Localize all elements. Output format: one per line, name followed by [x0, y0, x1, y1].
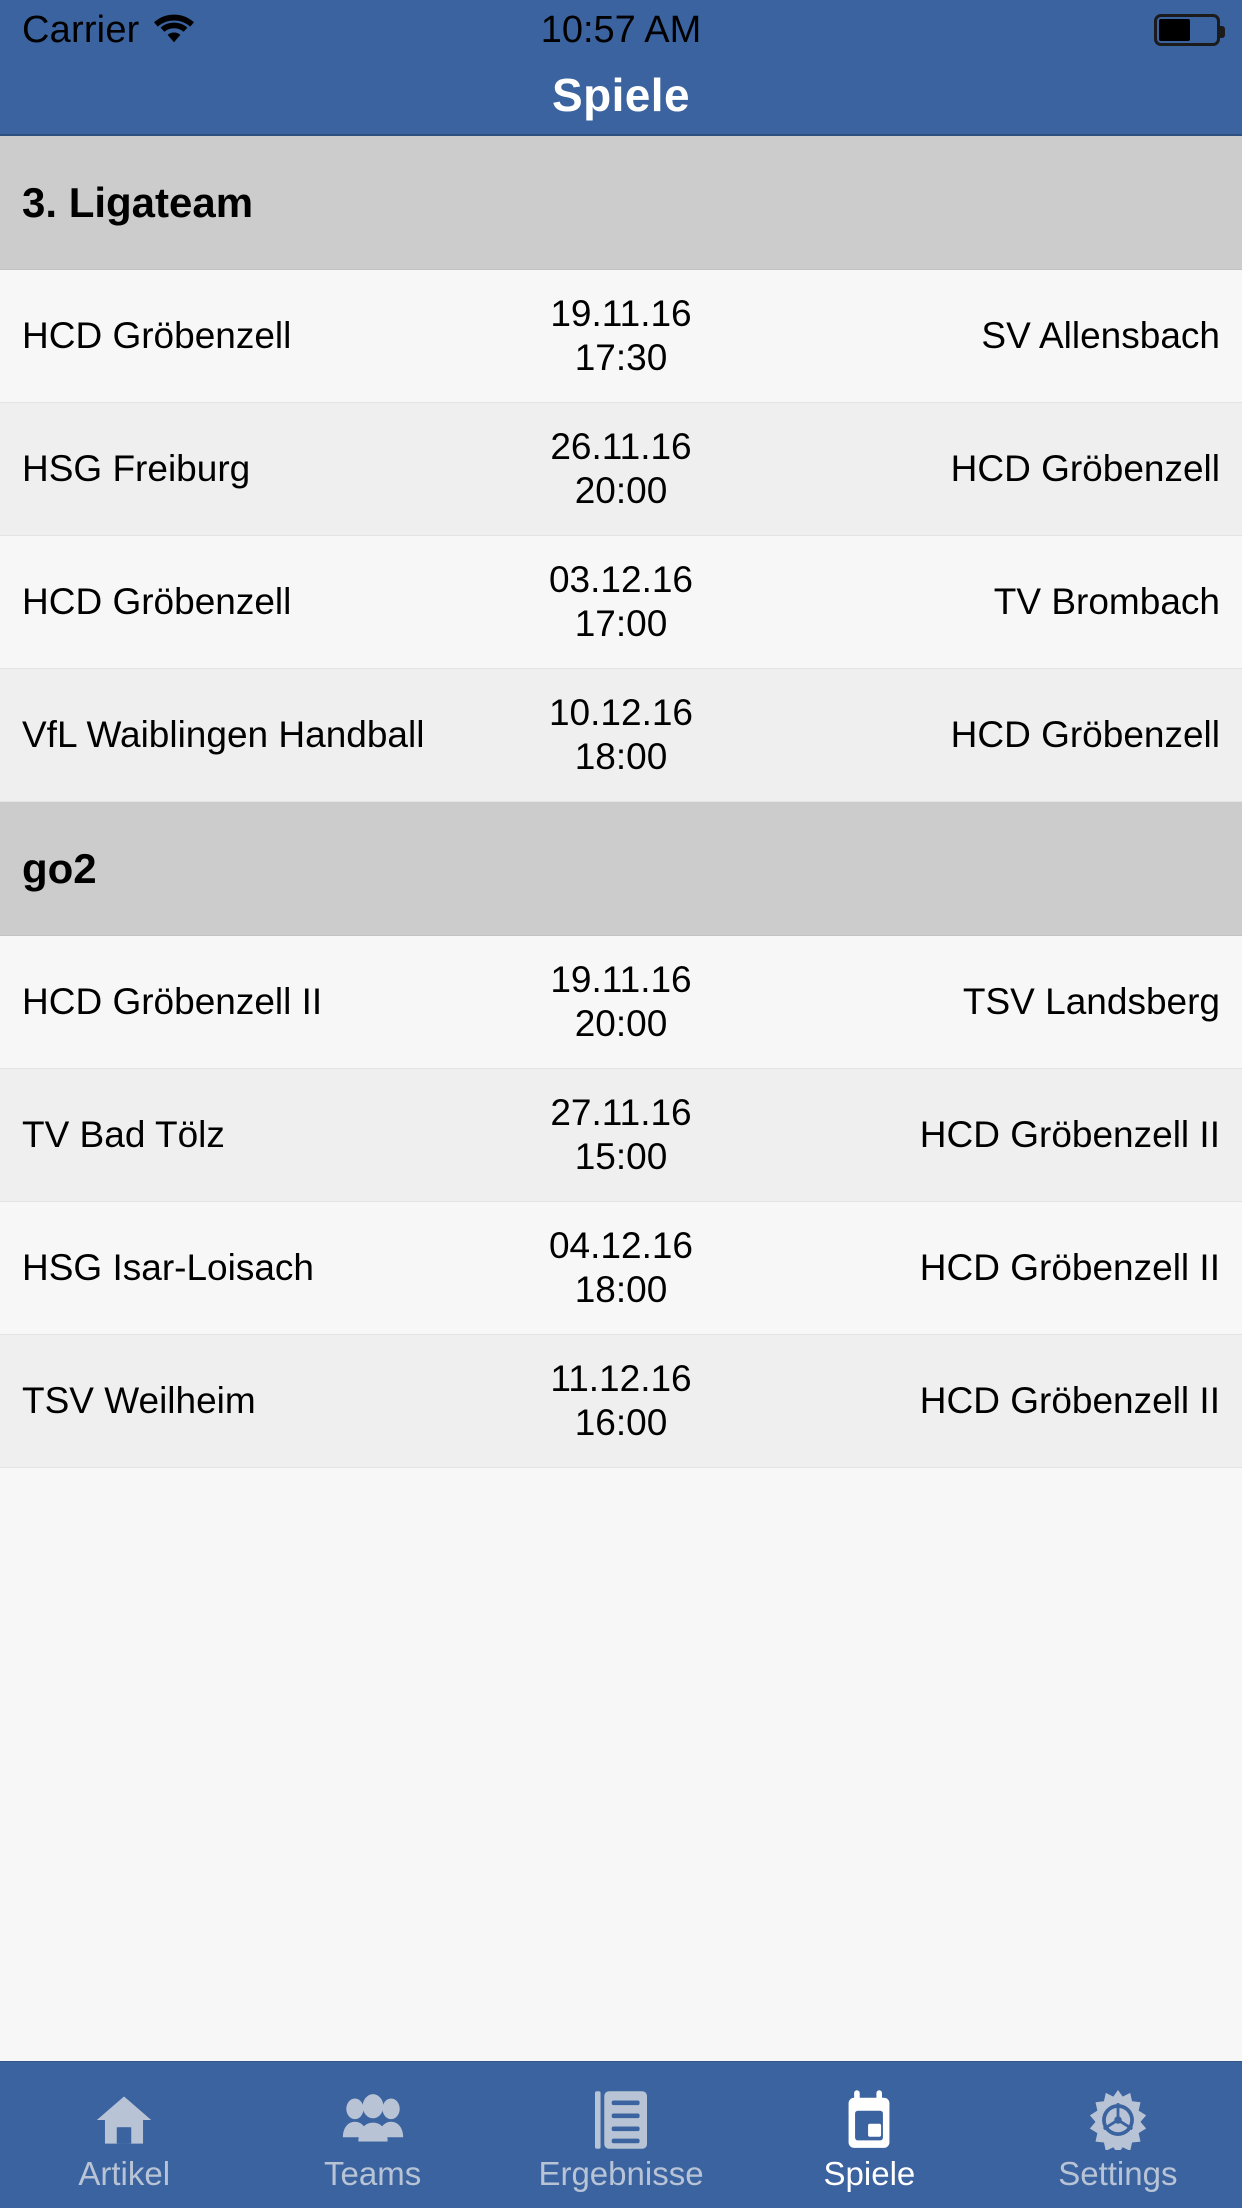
game-row[interactable]: HSG Freiburg 26.11.16 20:00 HCD Gröbenzell: [0, 403, 1242, 536]
page-title: Spiele: [552, 69, 690, 121]
tab-label: Teams: [324, 2154, 422, 2192]
game-row[interactable]: HCD Gröbenzell II 19.11.16 20:00 TSV Lands…: [0, 936, 1242, 1069]
calendar-icon: [843, 2089, 895, 2151]
match-datetime-label: 10.12.16 18:00: [548, 692, 694, 777]
tab-label: Artikel: [78, 2154, 171, 2192]
away-team-label: TSV Landsberg: [962, 981, 1220, 1023]
match-datetime-label: 03.12.16 17:00: [548, 559, 694, 644]
status-bar-left: Carrier: [22, 11, 194, 49]
home-team-label: HCD Gröbenzell: [22, 581, 292, 623]
battery-icon: [1154, 14, 1225, 46]
games-list[interactable]: 3. Ligateam HCD Gröbenzell 19.11.16 17:30 S…: [0, 136, 1242, 2061]
status-bar: Carrier 10:57 AM: [0, 0, 1242, 60]
section-title: go2: [22, 844, 97, 892]
home-team-label: HSG Isar-Loisach: [22, 1247, 314, 1289]
away-team-label: HCD Gröbenzell: [950, 714, 1220, 756]
match-datetime-label: 11.12.16 16:00: [550, 1358, 692, 1443]
home-team-label: HCD Gröbenzell II: [22, 981, 323, 1023]
document-icon: [595, 2089, 648, 2151]
app-root: Carrier 10:57 AM Spiele 3. Ligateam HCD G…: [0, 0, 1242, 2208]
match-datetime-label: 27.11.16 15:00: [550, 1092, 692, 1177]
game-row[interactable]: VfL Waiblingen Handball 10.12.16 18:00 HCD…: [0, 669, 1242, 802]
home-team-label: TV Bad Tölz: [22, 1114, 225, 1156]
section-title: 3. Ligateam: [22, 178, 254, 226]
wifi-icon: [153, 13, 194, 48]
carrier-label: Carrier: [22, 9, 140, 51]
match-datetime-label: 19.11.16 20:00: [550, 959, 692, 1044]
navigation-bar: Spiele: [0, 60, 1242, 136]
away-team-label: SV Allensbach: [981, 315, 1220, 357]
tab-label: Ergebnisse: [538, 2154, 704, 2192]
section-header: 3. Ligateam: [0, 136, 1242, 270]
people-icon: [342, 2089, 404, 2151]
tab-artikel[interactable]: Artikel: [0, 2062, 248, 2208]
tab-label: Spiele: [823, 2154, 916, 2192]
match-datetime-label: 19.11.16 17:30: [550, 293, 692, 378]
away-team-label: HCD Gröbenzell II: [919, 1380, 1220, 1422]
home-team-label: HCD Gröbenzell: [22, 315, 292, 357]
status-bar-right: [1154, 14, 1225, 46]
game-row[interactable]: TV Bad Tölz 27.11.16 15:00 HCD Gröbenzell …: [0, 1069, 1242, 1202]
game-row[interactable]: HSG Isar-Loisach 04.12.16 18:00 HCD Gröben…: [0, 1202, 1242, 1335]
game-row[interactable]: TSV Weilheim 11.12.16 16:00 HCD Gröbenzell…: [0, 1335, 1242, 1468]
away-team-label: HCD Gröbenzell II: [919, 1247, 1220, 1289]
tab-spiele[interactable]: Spiele: [745, 2062, 993, 2208]
away-team-label: HCD Gröbenzell II: [919, 1114, 1220, 1156]
match-datetime-label: 26.11.16 20:00: [550, 426, 692, 511]
away-team-label: HCD Gröbenzell: [950, 448, 1220, 490]
tab-teams[interactable]: Teams: [248, 2062, 496, 2208]
home-icon: [95, 2089, 153, 2151]
away-team-label: TV Brombach: [993, 581, 1220, 623]
home-team-label: TSV Weilheim: [22, 1380, 256, 1422]
game-row[interactable]: HCD Gröbenzell 03.12.16 17:00 TV Brombach: [0, 536, 1242, 669]
home-team-label: VfL Waiblingen Handball: [22, 714, 425, 756]
match-datetime-label: 04.12.16 18:00: [548, 1225, 694, 1310]
section-header: go2: [0, 802, 1242, 936]
tab-label: Settings: [1058, 2154, 1178, 2192]
game-row[interactable]: HCD Gröbenzell 19.11.16 17:30 SV Allensbac…: [0, 270, 1242, 403]
home-team-label: HSG Freiburg: [22, 448, 251, 490]
gear-icon: [1088, 2089, 1148, 2151]
tab-ergebnisse[interactable]: Ergebnisse: [497, 2062, 745, 2208]
tab-settings[interactable]: Settings: [994, 2062, 1242, 2208]
tab-bar: Artikel Teams Ergebnisse Spiele Settings: [0, 2061, 1242, 2208]
